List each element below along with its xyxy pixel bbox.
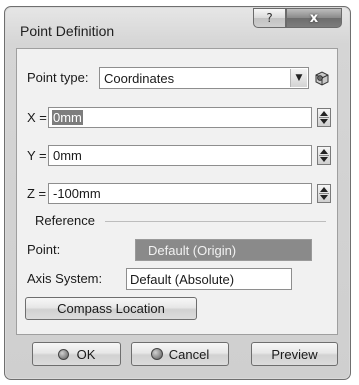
help-button[interactable]: ? [253,8,286,28]
dialog-body: Point type: Coordinates ▼ X = 0mm Y = 0m… [16,48,338,335]
ok-button[interactable]: OK [32,342,121,366]
axis-system-field[interactable]: Default (Absolute) [126,268,292,290]
compass-location-button[interactable]: Compass Location [25,297,197,320]
dialog-title: Point Definition [20,23,114,39]
spinner-divider [319,155,329,156]
red-dot-icon [151,348,163,360]
z-value: -100mm [52,186,102,201]
y-value: 0mm [52,148,83,163]
reference-point-field[interactable]: Default (Origin) [135,239,312,261]
3d-entity-icon[interactable] [312,68,332,88]
axis-system-label: Axis System: [27,271,102,286]
x-label: X = [27,110,47,125]
cancel-label: Cancel [169,347,209,362]
reference-group-label: Reference [35,213,95,228]
point-type-value: Coordinates [104,71,174,86]
point-type-dropdown[interactable]: Coordinates ▼ [99,67,309,89]
spin-down-icon[interactable] [320,195,328,200]
point-label: Point: [27,242,60,257]
reference-divider [105,221,326,222]
close-button[interactable]: x [286,8,342,28]
spin-up-icon[interactable] [320,111,328,116]
spin-up-icon[interactable] [320,187,328,192]
spin-down-icon[interactable] [320,119,328,124]
x-field[interactable]: 0mm [48,107,312,128]
point-definition-dialog: Point Definition ? x Point type: Coordin… [4,6,351,380]
z-label: Z = [27,186,46,201]
z-field[interactable]: -100mm [48,183,312,204]
green-dot-icon [58,349,69,360]
z-spinner[interactable] [317,184,331,203]
y-spinner[interactable] [317,146,331,165]
y-field[interactable]: 0mm [48,145,312,166]
point-type-label: Point type: [27,70,88,85]
spinner-divider [319,117,329,118]
cancel-button[interactable]: Cancel [131,342,229,366]
axis-system-value: Default (Absolute) [130,272,234,287]
y-label: Y = [27,148,47,163]
x-value: 0mm [52,110,83,125]
spin-up-icon[interactable] [320,149,328,154]
title-bar[interactable]: Point Definition ? x [5,7,350,47]
x-spinner[interactable] [317,108,331,127]
chevron-down-icon[interactable]: ▼ [290,69,307,87]
ok-label: OK [77,347,96,362]
preview-button[interactable]: Preview [251,342,338,366]
spinner-divider [319,193,329,194]
reference-point-value: Default (Origin) [148,243,236,258]
spin-down-icon[interactable] [320,157,328,162]
